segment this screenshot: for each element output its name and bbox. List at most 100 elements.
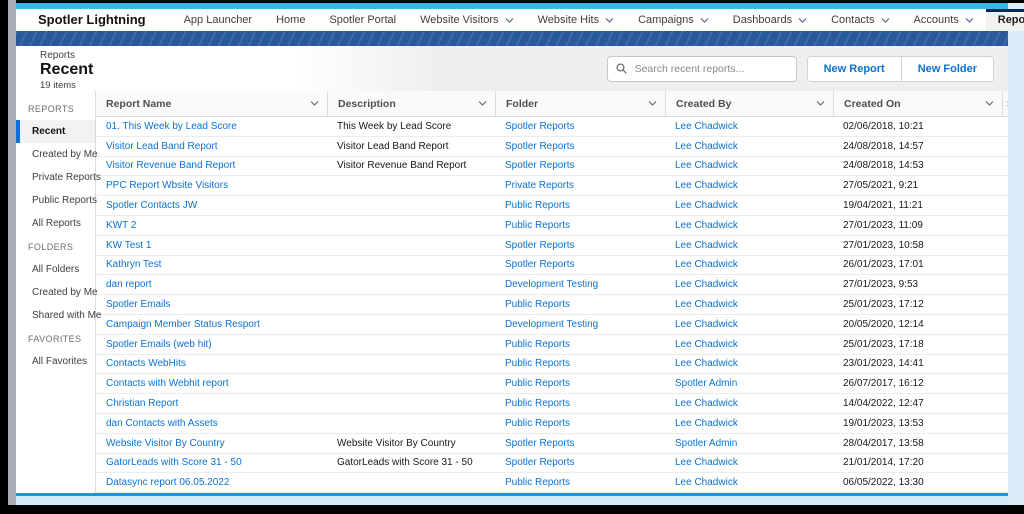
report-name-link[interactable]: KWT 2 bbox=[106, 220, 136, 231]
created-by-cell: Lee Chadwick bbox=[665, 200, 833, 211]
page-header: Reports Recent 19 items New Report New F… bbox=[16, 46, 1008, 91]
created-by-link[interactable]: Lee Chadwick bbox=[675, 240, 738, 251]
report-name-link[interactable]: KW Test 1 bbox=[106, 240, 151, 251]
folder-link[interactable]: Public Reports bbox=[505, 477, 570, 488]
sidebar-item[interactable]: All Reports bbox=[16, 212, 95, 235]
report-name-link[interactable]: Spotler Emails (web hit) bbox=[106, 339, 212, 350]
folder-link[interactable]: Public Reports bbox=[505, 339, 570, 350]
nav-tab[interactable]: Campaigns bbox=[626, 9, 721, 31]
created-by-link[interactable]: Lee Chadwick bbox=[675, 477, 738, 488]
sidebar-item[interactable]: Shared with Me bbox=[16, 304, 101, 327]
folder-link[interactable]: Spotler Reports bbox=[505, 457, 574, 468]
report-name-link[interactable]: Visitor Lead Band Report bbox=[106, 141, 218, 152]
new-report-button[interactable]: New Report bbox=[807, 56, 901, 81]
folder-link[interactable]: Spotler Reports bbox=[505, 141, 574, 152]
created-by-link[interactable]: Lee Chadwick bbox=[675, 180, 738, 191]
folder-link[interactable]: Public Reports bbox=[505, 398, 570, 409]
report-name-link[interactable]: GatorLeads with Score 31 - 50 bbox=[106, 457, 242, 468]
app-launcher-icon[interactable] bbox=[26, 13, 30, 27]
search-input[interactable] bbox=[632, 61, 788, 76]
nav-tab[interactable]: Accounts bbox=[902, 9, 986, 31]
folder-link[interactable]: Spotler Reports bbox=[505, 438, 574, 449]
sidebar-item[interactable]: All Folders bbox=[16, 258, 95, 281]
folder-link[interactable]: Public Reports bbox=[505, 358, 570, 369]
column-header[interactable]: Report Name bbox=[96, 91, 327, 116]
report-name-link[interactable]: Contacts WebHits bbox=[106, 358, 186, 369]
sidebar-item[interactable]: Created by Me bbox=[16, 143, 98, 166]
created-on-cell: 25/01/2023, 17:12 bbox=[843, 299, 924, 311]
chevron-down-icon bbox=[648, 101, 657, 106]
nav-tab[interactable]: Contacts bbox=[819, 9, 901, 31]
created-by-link[interactable]: Lee Chadwick bbox=[675, 339, 738, 350]
report-name-link[interactable]: Contacts with Webhit report bbox=[106, 378, 229, 389]
folder-link[interactable]: Public Reports bbox=[505, 378, 570, 389]
created-by-link[interactable]: Lee Chadwick bbox=[675, 418, 738, 429]
report-name-link[interactable]: Visitor Revenue Band Report bbox=[106, 160, 235, 171]
created-by-link[interactable]: Lee Chadwick bbox=[675, 220, 738, 231]
nav-tab[interactable]: App Launcher bbox=[172, 9, 265, 31]
nav-tab[interactable]: Website Visitors bbox=[408, 9, 525, 31]
report-name-link[interactable]: Campaign Member Status Resport bbox=[106, 319, 260, 330]
folder-link[interactable]: Development Testing bbox=[505, 319, 598, 330]
sidebar-item[interactable]: Public Reports bbox=[16, 189, 97, 212]
folder-link[interactable]: Spotler Reports bbox=[505, 259, 574, 270]
folder-link[interactable]: Public Reports bbox=[505, 200, 570, 211]
report-name-link[interactable]: Christian Report bbox=[106, 398, 178, 409]
created-by-link[interactable]: Lee Chadwick bbox=[675, 299, 738, 310]
sidebar-item[interactable]: Recent bbox=[16, 120, 95, 143]
table-row: KW Test 1 Spotler Reports Lee Chadwick 2… bbox=[96, 236, 1008, 256]
chevron-down-icon bbox=[605, 17, 614, 23]
column-header[interactable]: Created By bbox=[665, 91, 833, 116]
sidebar-item[interactable]: All Favorites bbox=[16, 350, 95, 373]
nav-tab[interactable]: Dashboards bbox=[721, 9, 819, 31]
report-name-link[interactable]: Website Visitor By Country bbox=[106, 438, 225, 449]
report-name-link[interactable]: dan report bbox=[106, 279, 152, 290]
created-by-link[interactable]: Lee Chadwick bbox=[675, 160, 738, 171]
created-by-link[interactable]: Lee Chadwick bbox=[675, 457, 738, 468]
report-name-link[interactable]: Datasync report 06.05.2022 bbox=[106, 477, 229, 488]
nav-tab[interactable]: Website Hits bbox=[526, 9, 627, 31]
column-header-label: Folder bbox=[506, 97, 539, 110]
created-by-link[interactable]: Lee Chadwick bbox=[675, 141, 738, 152]
created-by-link[interactable]: Lee Chadwick bbox=[675, 200, 738, 211]
clipped-column-header[interactable]: S bbox=[1002, 91, 1008, 116]
sidebar-item[interactable]: Private Reports bbox=[16, 166, 101, 189]
created-by-link[interactable]: Lee Chadwick bbox=[675, 358, 738, 369]
created-by-cell: Lee Chadwick bbox=[665, 240, 833, 251]
folder-link[interactable]: Public Reports bbox=[505, 220, 570, 231]
report-name-link[interactable]: Kathryn Test bbox=[106, 259, 161, 270]
folder-link[interactable]: Development Testing bbox=[505, 279, 598, 290]
folder-link[interactable]: Public Reports bbox=[505, 418, 570, 429]
folder-link[interactable]: Spotler Reports bbox=[505, 240, 574, 251]
column-header[interactable]: Created On bbox=[833, 91, 1002, 116]
nav-tab[interactable]: Home bbox=[264, 9, 317, 31]
report-description: Visitor Revenue Band Report bbox=[337, 160, 467, 172]
folder-link[interactable]: Private Reports bbox=[505, 180, 574, 191]
nav-tab[interactable]: Spotler Portal bbox=[317, 9, 408, 31]
report-name-link[interactable]: 01. This Week by Lead Score bbox=[106, 121, 237, 132]
nav-tab[interactable]: Reports bbox=[985, 9, 1024, 31]
folder-cell: Spotler Reports bbox=[495, 438, 665, 449]
created-on-cell: 20/05/2020, 12:14 bbox=[843, 318, 924, 330]
created-by-link[interactable]: Lee Chadwick bbox=[675, 259, 738, 270]
created-by-link[interactable]: Spotler Admin bbox=[675, 438, 737, 449]
sidebar-item[interactable]: Created by Me bbox=[16, 281, 98, 304]
folder-link[interactable]: Public Reports bbox=[505, 299, 570, 310]
column-header-label: Created By bbox=[676, 97, 732, 110]
folder-link[interactable]: Spotler Reports bbox=[505, 160, 574, 171]
report-name-cell: KWT 2 bbox=[96, 220, 327, 231]
search-box[interactable] bbox=[606, 55, 797, 82]
report-name-link[interactable]: Spotler Contacts JW bbox=[106, 200, 197, 211]
folder-link[interactable]: Spotler Reports bbox=[505, 121, 574, 132]
created-by-link[interactable]: Lee Chadwick bbox=[675, 121, 738, 132]
report-name-link[interactable]: dan Contacts with Assets bbox=[106, 418, 218, 429]
created-by-link[interactable]: Lee Chadwick bbox=[675, 398, 738, 409]
created-by-link[interactable]: Lee Chadwick bbox=[675, 279, 738, 290]
new-folder-button[interactable]: New Folder bbox=[900, 56, 993, 81]
column-header[interactable]: Description bbox=[327, 91, 495, 116]
created-by-link[interactable]: Spotler Admin bbox=[675, 378, 737, 389]
column-header[interactable]: Folder bbox=[495, 91, 665, 116]
report-name-link[interactable]: PPC Report Wbsite Visitors bbox=[106, 180, 228, 191]
created-by-link[interactable]: Lee Chadwick bbox=[675, 319, 738, 330]
report-name-link[interactable]: Spotler Emails bbox=[106, 299, 170, 310]
